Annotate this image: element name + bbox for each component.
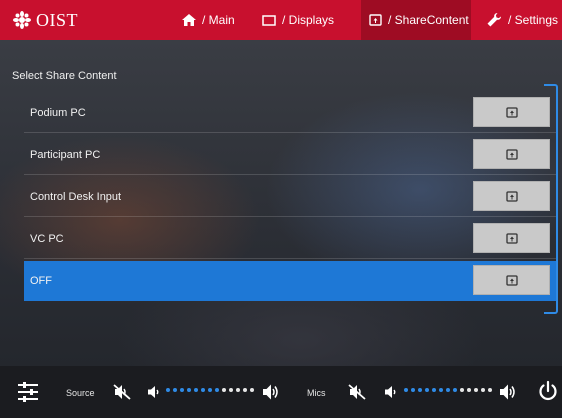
display-icon bbox=[262, 14, 276, 26]
volume-dot bbox=[201, 388, 205, 392]
home-icon bbox=[182, 14, 196, 26]
share-content-icon bbox=[505, 274, 518, 286]
volume-dot bbox=[236, 388, 240, 392]
source-row-control-desk-input[interactable]: Control Desk Input bbox=[24, 177, 556, 217]
volume-up-icon bbox=[263, 384, 278, 400]
scroll-bracket bbox=[544, 84, 558, 314]
source-volume-up-button[interactable] bbox=[262, 383, 280, 401]
volume-dot bbox=[488, 388, 492, 392]
mics-mute-button[interactable] bbox=[348, 384, 366, 400]
mics-volume-meter[interactable] bbox=[404, 388, 492, 392]
share-content-icon bbox=[505, 148, 518, 160]
volume-dot bbox=[187, 388, 191, 392]
volume-dot bbox=[418, 388, 422, 392]
source-label: Control Desk Input bbox=[30, 190, 122, 203]
source-label: Participant PC bbox=[30, 148, 101, 161]
volume-dot bbox=[439, 388, 443, 392]
volume-dot bbox=[208, 388, 212, 392]
tab-displays[interactable]: / Displays bbox=[262, 0, 350, 40]
oist-logo: OIST bbox=[12, 9, 78, 31]
tab-share-content[interactable]: / ShareContent bbox=[361, 0, 471, 40]
mixer-button[interactable] bbox=[16, 380, 40, 404]
panel-title: Select Share Content bbox=[12, 70, 117, 82]
source-volume-down-button[interactable] bbox=[147, 385, 161, 399]
share-off-button[interactable] bbox=[473, 265, 550, 295]
volume-dot bbox=[432, 388, 436, 392]
tab-main-label: / Main bbox=[202, 13, 235, 27]
share-content-icon bbox=[505, 190, 518, 202]
volume-down-icon bbox=[148, 386, 159, 398]
share-content-icon bbox=[505, 232, 518, 244]
volume-dot bbox=[411, 388, 415, 392]
volume-dot bbox=[446, 388, 450, 392]
wrench-icon bbox=[487, 13, 501, 27]
mics-volume-down-button[interactable] bbox=[384, 385, 398, 399]
tab-settings[interactable]: / Settings bbox=[486, 0, 562, 40]
top-nav-bar: OIST / Main / Displays / ShareContent / … bbox=[0, 0, 562, 40]
source-label: OFF bbox=[30, 275, 52, 287]
speaker-mute-icon bbox=[113, 384, 131, 400]
volume-dot bbox=[474, 388, 478, 392]
share-control-desk-input-button[interactable] bbox=[473, 181, 550, 211]
volume-dot bbox=[250, 388, 254, 392]
volume-down-icon bbox=[385, 386, 396, 398]
tab-share-content-label: / ShareContent bbox=[388, 13, 469, 27]
volume-dot bbox=[460, 388, 464, 392]
brand-name: OIST bbox=[36, 9, 78, 30]
source-mute-button[interactable] bbox=[113, 384, 131, 400]
sliders-icon bbox=[18, 382, 38, 402]
tab-settings-label: / Settings bbox=[508, 13, 559, 27]
volume-dot bbox=[180, 388, 184, 392]
volume-dot bbox=[194, 388, 198, 392]
speaker-mute-icon bbox=[348, 384, 366, 400]
volume-dot bbox=[222, 388, 226, 392]
share-podium-pc-button[interactable] bbox=[473, 97, 550, 127]
tab-main[interactable]: / Main bbox=[182, 0, 244, 40]
share-participant-pc-button[interactable] bbox=[473, 139, 550, 169]
volume-dot bbox=[467, 388, 471, 392]
volume-dot bbox=[229, 388, 233, 392]
tab-displays-label: / Displays bbox=[282, 13, 335, 27]
volume-dot bbox=[173, 388, 177, 392]
source-row-podium-pc[interactable]: Podium PC bbox=[24, 93, 556, 133]
volume-dot bbox=[453, 388, 457, 392]
volume-dot bbox=[481, 388, 485, 392]
source-volume-meter[interactable] bbox=[166, 388, 254, 392]
source-label: Source bbox=[66, 388, 95, 398]
power-button[interactable] bbox=[537, 380, 559, 402]
mics-label: Mics bbox=[307, 388, 326, 398]
source-row-off[interactable]: OFF bbox=[24, 261, 556, 301]
volume-dot bbox=[425, 388, 429, 392]
volume-dot bbox=[404, 388, 408, 392]
volume-dot bbox=[215, 388, 219, 392]
source-row-vc-pc[interactable]: VC PC bbox=[24, 219, 556, 259]
power-icon bbox=[539, 380, 557, 401]
volume-dot bbox=[243, 388, 247, 392]
source-row-participant-pc[interactable]: Participant PC bbox=[24, 135, 556, 175]
share-content-icon bbox=[369, 14, 382, 26]
volume-up-icon bbox=[500, 384, 515, 400]
share-content-icon bbox=[505, 106, 518, 118]
share-vc-pc-button[interactable] bbox=[473, 223, 550, 253]
audio-control-bar: Source Mics bbox=[0, 366, 562, 418]
oist-emblem-icon bbox=[13, 11, 31, 29]
source-label: VC PC bbox=[30, 232, 64, 245]
source-label: Podium PC bbox=[30, 106, 86, 119]
mics-volume-up-button[interactable] bbox=[499, 383, 517, 401]
volume-dot bbox=[166, 388, 170, 392]
